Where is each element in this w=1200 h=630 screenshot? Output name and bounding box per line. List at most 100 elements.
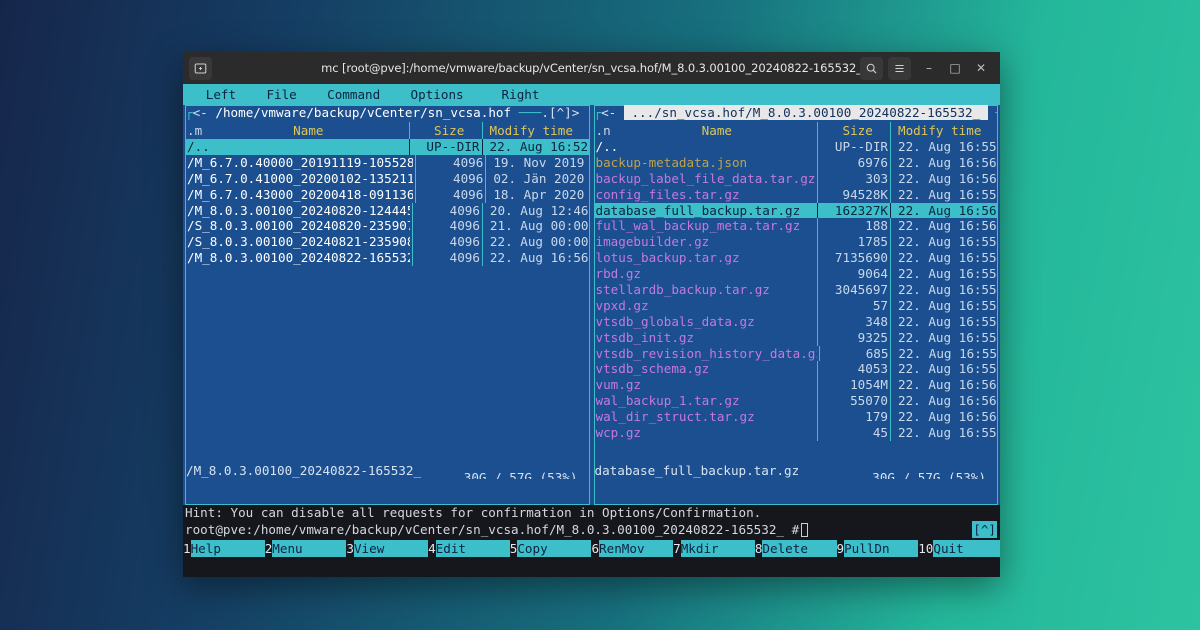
- right-file-panel[interactable]: ┌<- .../sn_vcsa.hof/M_8.0.3.00100_202408…: [591, 105, 1000, 505]
- file-row[interactable]: stellardb_backup.tar.gz 3045697 22. Aug 16…: [595, 282, 998, 298]
- file-row[interactable]: vtsdb_revision_history_data.gz 685 22. Aug…: [595, 345, 997, 362]
- column-header-modify-time[interactable]: Modify time: [893, 122, 997, 139]
- menubar-item-options[interactable]: Options: [411, 84, 464, 105]
- file-row[interactable]: /M_6.7.0.41000_20200102-135211_ 4096 02. J…: [186, 170, 589, 187]
- file-row[interactable]: vpxd.gz 57 22. Aug 16:55: [595, 297, 998, 314]
- menubar-item-right[interactable]: Right: [502, 84, 540, 105]
- file-name[interactable]: wal_backup_1.tar.gz: [595, 393, 816, 409]
- left-file-panel[interactable]: ┌<- /home/vmware/backup/vCenter/sn_vcsa.…: [183, 105, 592, 505]
- panel-path-text[interactable]: .../sn_vcsa.hof/M_8.0.3.00100_20240822-1…: [623, 105, 988, 120]
- fkey-label[interactable]: Menu: [272, 540, 347, 557]
- file-name[interactable]: vtsdb_globals_data.gz: [595, 314, 816, 330]
- fkey-quit[interactable]: 10 Quit: [918, 540, 1000, 557]
- fkey-edit[interactable]: 4 Edit: [428, 540, 510, 557]
- file-row[interactable]: lotus_backup.tar.gz 7135690 22. Aug 16:55: [595, 250, 998, 267]
- fkey-label[interactable]: Quit: [933, 540, 1000, 557]
- file-name[interactable]: stellardb_backup.tar.gz: [595, 282, 816, 298]
- file-row[interactable]: vtsdb_globals_data.gz 348 22. Aug 16:55: [595, 313, 998, 330]
- fkey-view[interactable]: 3 View: [346, 540, 429, 557]
- panel-file-list[interactable]: /.. UP--DIR 22. Aug 16:55 backup-metadata.j…: [594, 139, 998, 453]
- file-row[interactable]: wcp.gz 45 22. Aug 16:55: [595, 425, 998, 441]
- file-row[interactable]: database_full_backup.tar.gz 162327K 22. Au…: [594, 202, 997, 219]
- file-row[interactable]: backup-metadata.json 6976 22. Aug 16:56: [595, 154, 998, 171]
- file-name[interactable]: imagebuilder.gz: [595, 234, 816, 250]
- file-name[interactable]: database_full_backup.tar.gz: [595, 203, 816, 219]
- file-name[interactable]: vtsdb_init.gz: [595, 330, 816, 346]
- file-row[interactable]: vtsdb_init.gz 9325 22. Aug 16:55: [595, 329, 998, 346]
- file-name[interactable]: config_files.tar.gz: [595, 187, 816, 203]
- fkey-label[interactable]: View: [353, 540, 429, 557]
- file-row[interactable]: /M_8.0.3.00100_20240820-124445_ 4096 20. A…: [186, 202, 589, 219]
- file-row[interactable]: imagebuilder.gz 1785 22. Aug 16:55: [595, 234, 998, 251]
- fkey-label[interactable]: PullDn: [844, 540, 919, 557]
- fkey-label[interactable]: Copy: [517, 540, 592, 557]
- maximize-button[interactable]: □: [942, 55, 968, 81]
- column-divider[interactable]: [481, 122, 483, 139]
- file-name[interactable]: rbd.gz: [595, 266, 816, 282]
- file-row[interactable]: wal_backup_1.tar.gz 55070 22. Aug 16:56: [595, 393, 998, 410]
- file-name[interactable]: backup-metadata.json: [595, 155, 816, 171]
- menubar-item-file[interactable]: File: [266, 84, 296, 105]
- panel-path-bar[interactable]: ┌<- /home/vmware/backup/vCenter/sn_vcsa.…: [185, 105, 590, 121]
- fkey-help[interactable]: 1 Help: [183, 540, 265, 557]
- file-name[interactable]: vtsdb_schema.gz: [595, 361, 816, 377]
- menubar-item-command[interactable]: Command: [327, 84, 380, 105]
- file-name[interactable]: /M_8.0.3.00100_20240820-124445_: [186, 203, 410, 219]
- file-row[interactable]: /.. UP--DIR 22. Aug 16:52: [186, 139, 589, 155]
- file-name[interactable]: wcp.gz: [595, 425, 816, 441]
- column-header-size[interactable]: Size: [820, 122, 888, 139]
- minimize-button[interactable]: –: [916, 55, 942, 81]
- fkey-label[interactable]: Delete: [762, 540, 837, 557]
- file-name[interactable]: /M_8.0.3.00100_20240822-165532_: [186, 250, 410, 266]
- file-row[interactable]: /S_8.0.3.00100_20240820-235907_ 4096 21. A…: [186, 218, 589, 235]
- file-row[interactable]: backup_label_file_data.tar.gz 303 22. Aug …: [595, 170, 998, 187]
- file-row[interactable]: /M_6.7.0.43000_20200418-091136_ 4096 18. A…: [186, 186, 589, 203]
- file-name[interactable]: /S_8.0.3.00100_20240820-235907_: [186, 218, 410, 234]
- column-header-size[interactable]: Size: [412, 122, 480, 139]
- file-name[interactable]: /M_6.7.0.43000_20200418-091136_: [186, 187, 413, 203]
- file-row[interactable]: /.. UP--DIR 22. Aug 16:55: [595, 139, 998, 155]
- file-name[interactable]: vtsdb_revision_history_data.gz: [595, 346, 818, 362]
- file-name[interactable]: /..: [595, 139, 816, 155]
- column-divider[interactable]: [890, 122, 891, 139]
- file-name[interactable]: vpxd.gz: [595, 298, 816, 314]
- menubar-item-left[interactable]: Left: [206, 84, 236, 105]
- fkey-delete[interactable]: 8 Delete: [754, 540, 837, 557]
- file-row[interactable]: wal_dir_struct.tar.gz 179 22. Aug 16:56: [595, 409, 998, 426]
- file-name[interactable]: /..: [186, 139, 407, 155]
- fkey-label[interactable]: RenMov: [599, 540, 674, 557]
- panel-left-arrow[interactable]: <-: [193, 105, 208, 120]
- file-name[interactable]: backup_label_file_data.tar.gz: [595, 171, 816, 187]
- panel-file-list[interactable]: /.. UP--DIR 22. Aug 16:52/M_6.7.0.40000_20…: [186, 139, 589, 453]
- fkey-menu[interactable]: 2 Menu: [264, 540, 347, 557]
- file-row[interactable]: /M_8.0.3.00100_20240822-165532_ 4096 22. A…: [186, 250, 589, 267]
- file-name[interactable]: vum.gz: [595, 377, 816, 393]
- panel-frame-widgets[interactable]: .[^]>: [541, 105, 579, 120]
- file-name[interactable]: /S_8.0.3.00100_20240821-235908_: [186, 234, 410, 250]
- file-name[interactable]: wal_dir_struct.tar.gz: [595, 409, 816, 425]
- file-row[interactable]: /M_6.7.0.40000_20191119-105528_ 4096 19. N…: [186, 154, 589, 171]
- hamburger-menu-icon[interactable]: [888, 56, 911, 80]
- file-row[interactable]: full_wal_backup_meta.tar.gz 188 22. Aug 16…: [595, 218, 998, 235]
- column-header-modify-time[interactable]: Modify time: [485, 122, 589, 139]
- fkey-copy[interactable]: 5 Copy: [509, 540, 592, 557]
- fkey-label[interactable]: Help: [190, 540, 265, 557]
- search-icon[interactable]: [860, 56, 883, 80]
- fkey-label[interactable]: Edit: [435, 540, 510, 557]
- shell-prompt-line[interactable]: root@pve:/home/vmware/backup/vCenter/sn_…: [183, 521, 1000, 538]
- file-name[interactable]: lotus_backup.tar.gz: [595, 250, 816, 266]
- scroll-indicator[interactable]: [^]: [972, 521, 997, 538]
- panel-left-arrow[interactable]: <-: [601, 105, 616, 120]
- file-row[interactable]: config_files.tar.gz 94528K 22. Aug 16:55: [595, 186, 998, 203]
- panel-path-text[interactable]: /home/vmware/backup/vCenter/sn_vcsa.hof: [215, 105, 511, 120]
- column-header-name[interactable]: .n Name: [595, 122, 816, 139]
- fkey-renmov[interactable]: 6 RenMov: [591, 540, 674, 557]
- file-row[interactable]: vum.gz 1054M 22. Aug 16:56: [595, 377, 998, 394]
- file-row[interactable]: vtsdb_schema.gz 4053 22. Aug 16:55: [595, 361, 998, 378]
- fkey-mkdir[interactable]: 7 Mkdir: [673, 540, 755, 557]
- file-name[interactable]: full_wal_backup_meta.tar.gz: [595, 218, 816, 234]
- file-row[interactable]: /S_8.0.3.00100_20240821-235908_ 4096 22. A…: [186, 234, 589, 251]
- panel-path-bar[interactable]: ┌<- .../sn_vcsa.hof/M_8.0.3.00100_202408…: [594, 105, 998, 121]
- file-row[interactable]: rbd.gz 9064 22. Aug 16:55: [595, 266, 998, 283]
- column-divider[interactable]: [817, 122, 818, 139]
